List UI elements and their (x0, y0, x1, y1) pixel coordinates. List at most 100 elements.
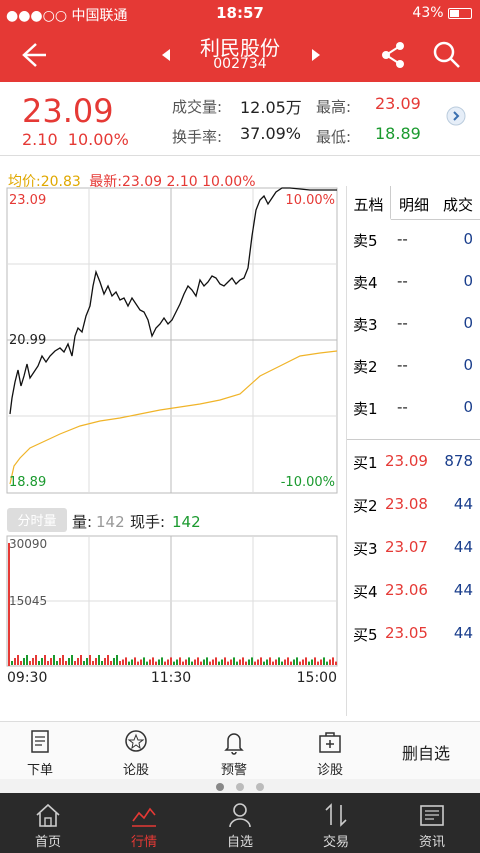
search-icon[interactable] (430, 38, 464, 72)
volume-bar (41, 658, 43, 665)
volume-bar (272, 661, 274, 665)
tab-watchlist[interactable]: 自选 (192, 801, 288, 850)
level-price: 23.09 (385, 452, 428, 470)
tab-news[interactable]: 资讯 (384, 801, 480, 850)
volume-bar (149, 659, 151, 665)
level-volume: 0 (463, 314, 473, 332)
volume-bar (164, 661, 166, 665)
volume-bar (134, 657, 136, 665)
tab-home[interactable]: 首页 (0, 801, 96, 850)
time-mid: 11:30 (151, 670, 191, 686)
volume-bar (251, 657, 253, 665)
turnover-label: 换手率: (172, 128, 223, 146)
next-stock-icon[interactable] (306, 38, 326, 72)
volume-bar (155, 661, 157, 665)
level-label: 买4 (353, 583, 378, 601)
vol-info-label: 量: (72, 513, 92, 531)
trade-arrows-icon (325, 803, 347, 827)
volume-bars (11, 655, 337, 665)
volume-bar (185, 659, 187, 665)
avg-price-line (9, 350, 338, 485)
tab-trades[interactable]: 成交 (443, 194, 473, 215)
volume-bar (32, 658, 34, 665)
volume-bar (50, 658, 52, 665)
order-button[interactable]: 下单 (10, 728, 70, 778)
tab-five-levels[interactable]: 五档 (347, 186, 391, 220)
volume-bar (254, 661, 256, 665)
tab-market[interactable]: 行情 (96, 801, 192, 850)
volume-bar (101, 661, 103, 665)
volume-bar (35, 655, 37, 665)
newspaper-icon (420, 805, 444, 826)
sell-level-row: 卖2 -- 0 (347, 356, 480, 382)
volume-bar (23, 658, 25, 665)
tab-trade[interactable]: 交易 (288, 801, 384, 850)
level-price: -- (397, 398, 408, 416)
volume-bar (335, 661, 337, 665)
buy-level-row: 买1 23.09 878 (347, 452, 480, 478)
level-price: -- (397, 272, 408, 290)
price-line (9, 187, 337, 415)
high-label: 最高: (316, 98, 352, 116)
order-book: 五档 明细 成交 卖5 -- 0 卖4 -- 0 卖3 -- 0 卖2 -- 0 卖1 -- 0 买1 23.… (346, 186, 480, 716)
level-label: 卖5 (353, 232, 378, 250)
document-icon (31, 730, 49, 753)
volume-bar (266, 659, 268, 665)
level-price: -- (397, 314, 408, 332)
expand-icon[interactable] (446, 106, 466, 126)
volume-bar (323, 657, 325, 665)
volume-bar (245, 661, 247, 665)
remove-watchlist-button[interactable]: 删自选 (386, 740, 466, 764)
discuss-button[interactable]: 论股 (106, 728, 166, 778)
volume-bar (233, 657, 235, 665)
volume-bar (56, 661, 58, 665)
level-volume: 0 (463, 356, 473, 374)
low-label: 最低: (316, 128, 352, 146)
volume-bar (38, 661, 40, 665)
level-price: 23.05 (385, 624, 428, 642)
level-label: 卖2 (353, 358, 378, 376)
share-icon[interactable] (376, 38, 410, 72)
level-label: 买1 (353, 454, 378, 472)
level-price: -- (397, 230, 408, 248)
volume-bar (248, 659, 250, 665)
volume-bar (128, 661, 130, 665)
y-axis-top: 23.09 (9, 193, 46, 208)
home-icon (36, 803, 60, 827)
volume-bar (140, 659, 142, 665)
volume-bar (296, 657, 298, 665)
pct-axis-top: 10.00% (285, 193, 335, 208)
diagnose-button[interactable]: 诊股 (300, 728, 360, 778)
status-bar: ●●●○○ 中国联通 18:57 43% (0, 0, 480, 28)
volume-bar (239, 659, 241, 665)
user-icon (229, 803, 251, 828)
volume-bar (137, 661, 139, 665)
current-price: 23.09 (22, 92, 114, 130)
volume-bar (191, 661, 193, 665)
volume-bar (104, 658, 106, 665)
volume-bar (119, 661, 121, 665)
volume-bar (95, 658, 97, 665)
order-book-tabs: 五档 明细 成交 (347, 186, 480, 220)
buy-level-row: 买3 23.07 44 (347, 538, 480, 564)
volume-bar (92, 661, 94, 665)
volume-bar (65, 661, 67, 665)
tab-details[interactable]: 明细 (399, 194, 429, 215)
volume-bar (293, 659, 295, 665)
bottom-tab-bar: 首页 行情 自选 交易 资讯 (0, 793, 480, 853)
volume-bar (230, 659, 232, 665)
intraday-chart[interactable]: 23.09 20.99 18.89 10.00% -10.00% 分时量 量: … (0, 186, 345, 721)
volume-bar (269, 657, 271, 665)
time-end: 15:00 (297, 670, 337, 686)
volume-bar (44, 655, 46, 665)
volume-bar (161, 657, 163, 665)
volume-bar (299, 661, 301, 665)
alert-button[interactable]: 预警 (204, 728, 264, 778)
volume-bar (242, 657, 244, 665)
volume-bar (308, 661, 310, 665)
volume-bar (227, 661, 229, 665)
turnover-value: 37.09% (240, 124, 302, 143)
volume-bar (77, 658, 79, 665)
volume-bar (125, 657, 127, 665)
level-volume: 44 (453, 538, 473, 556)
